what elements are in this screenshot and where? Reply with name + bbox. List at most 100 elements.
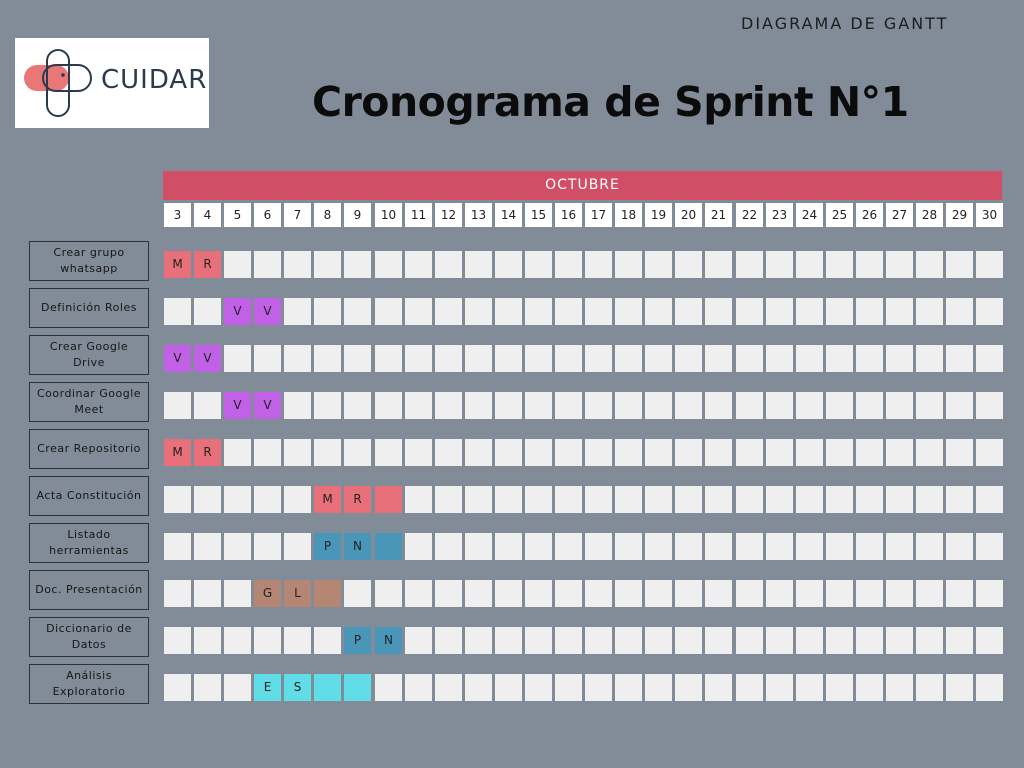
- empty-cell: [886, 298, 913, 325]
- empty-cell: [976, 674, 1003, 701]
- empty-cell: [465, 251, 492, 278]
- empty-cell: [435, 627, 462, 654]
- empty-cell: [194, 486, 221, 513]
- empty-cell: [615, 251, 642, 278]
- empty-cell: [976, 580, 1003, 607]
- empty-cell: [405, 345, 432, 372]
- page-title: Cronograma de Sprint N°1: [312, 78, 909, 126]
- empty-cell: [705, 580, 732, 607]
- day-header: 4: [194, 203, 221, 227]
- empty-cell: [856, 580, 883, 607]
- empty-cell: [525, 674, 552, 701]
- empty-cell: [826, 345, 853, 372]
- empty-cell: [645, 580, 672, 607]
- empty-cell: [254, 627, 281, 654]
- empty-cell: [375, 251, 402, 278]
- empty-cell: [675, 439, 702, 466]
- empty-cell: [766, 674, 793, 701]
- day-header: 12: [435, 203, 462, 227]
- empty-cell: [585, 251, 612, 278]
- empty-cell: [615, 439, 642, 466]
- task-bar-cell: V: [254, 298, 281, 325]
- empty-cell: [796, 533, 823, 560]
- empty-cell: [555, 580, 582, 607]
- empty-cell: [585, 486, 612, 513]
- empty-cell: [736, 439, 763, 466]
- task-bar-cell: R: [344, 486, 371, 513]
- empty-cell: [375, 392, 402, 419]
- empty-cell: [405, 674, 432, 701]
- task-bar-cell: M: [314, 486, 341, 513]
- empty-cell: [194, 298, 221, 325]
- empty-cell: [525, 345, 552, 372]
- task-label: Listado herramientas: [29, 523, 149, 563]
- empty-cell: [405, 533, 432, 560]
- empty-cell: [314, 627, 341, 654]
- task-bar-cell: [314, 580, 341, 607]
- day-header: 26: [856, 203, 883, 227]
- day-header: 11: [405, 203, 432, 227]
- empty-cell: [826, 439, 853, 466]
- empty-cell: [465, 298, 492, 325]
- empty-cell: [525, 533, 552, 560]
- empty-cell: [284, 533, 311, 560]
- empty-cell: [525, 627, 552, 654]
- empty-cell: [946, 251, 973, 278]
- task-label: Diccionario de Datos: [29, 617, 149, 657]
- empty-cell: [435, 486, 462, 513]
- empty-cell: [856, 674, 883, 701]
- empty-cell: [224, 533, 251, 560]
- empty-cell: [826, 486, 853, 513]
- empty-cell: [946, 580, 973, 607]
- empty-cell: [766, 345, 793, 372]
- day-header: 13: [465, 203, 492, 227]
- empty-cell: [254, 251, 281, 278]
- empty-cell: [705, 392, 732, 419]
- empty-cell: [826, 298, 853, 325]
- empty-cell: [856, 627, 883, 654]
- day-header: 14: [495, 203, 522, 227]
- task-bar-cell: [375, 533, 402, 560]
- empty-cell: [886, 345, 913, 372]
- empty-cell: [645, 439, 672, 466]
- empty-cell: [585, 533, 612, 560]
- empty-cell: [435, 439, 462, 466]
- task-label: Crear Google Drive: [29, 335, 149, 375]
- empty-cell: [615, 298, 642, 325]
- month-header: OCTUBRE: [163, 171, 1002, 200]
- empty-cell: [344, 580, 371, 607]
- empty-cell: [976, 533, 1003, 560]
- empty-cell: [736, 627, 763, 654]
- empty-cell: [705, 298, 732, 325]
- empty-cell: [585, 674, 612, 701]
- day-header: 27: [886, 203, 913, 227]
- task-bar-cell: V: [254, 392, 281, 419]
- empty-cell: [645, 345, 672, 372]
- empty-cell: [435, 580, 462, 607]
- empty-cell: [254, 439, 281, 466]
- empty-cell: [555, 251, 582, 278]
- task-bar-cell: V: [194, 345, 221, 372]
- task-label: Definición Roles: [29, 288, 149, 328]
- empty-cell: [615, 533, 642, 560]
- empty-cell: [375, 580, 402, 607]
- empty-cell: [465, 439, 492, 466]
- empty-cell: [164, 392, 191, 419]
- empty-cell: [525, 392, 552, 419]
- empty-cell: [194, 580, 221, 607]
- empty-cell: [736, 486, 763, 513]
- empty-cell: [435, 674, 462, 701]
- day-header: 3: [164, 203, 191, 227]
- empty-cell: [405, 392, 432, 419]
- empty-cell: [976, 345, 1003, 372]
- empty-cell: [675, 251, 702, 278]
- task-label: Acta Constitución: [29, 476, 149, 516]
- empty-cell: [675, 674, 702, 701]
- empty-cell: [946, 392, 973, 419]
- day-header: 19: [645, 203, 672, 227]
- empty-cell: [465, 345, 492, 372]
- task-bar-cell: N: [375, 627, 402, 654]
- empty-cell: [525, 251, 552, 278]
- empty-cell: [284, 627, 311, 654]
- empty-cell: [495, 298, 522, 325]
